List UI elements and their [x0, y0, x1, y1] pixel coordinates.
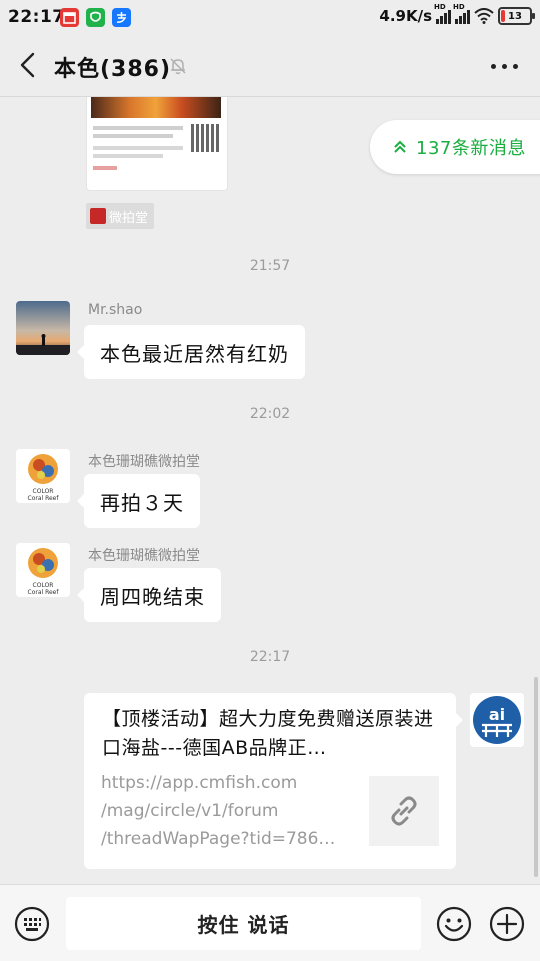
sunset-avatar[interactable]: [16, 301, 70, 355]
sender-name: Mr.shao: [88, 302, 143, 318]
more-options-button[interactable]: [491, 64, 518, 69]
emoji-icon[interactable]: [436, 906, 472, 942]
message-text: 再拍３天: [100, 490, 184, 515]
calendar-app-icon: [60, 8, 79, 27]
muted-bell-icon: [170, 58, 186, 75]
share-card-source[interactable]: 微拍堂: [86, 203, 155, 229]
back-arrow-icon[interactable]: [14, 50, 44, 80]
link-url-line: /threadWapPage?tid=786…: [101, 829, 336, 849]
status-bar: 22:17 4.9K/s HD HD 13: [0, 0, 540, 36]
battery-level: 13: [508, 10, 522, 22]
message-text: 周四晚结束: [100, 584, 205, 609]
message-text: 本色最近居然有红奶: [100, 341, 289, 366]
sender-name: 本色珊瑚礁微拍堂: [88, 454, 200, 470]
hold-to-talk-button[interactable]: 按住 说话: [66, 897, 421, 950]
share-card-qr: [191, 124, 219, 152]
signal-icon-2: HD: [453, 3, 470, 24]
battery-icon: 13: [498, 7, 535, 25]
chat-scrollbar[interactable]: [534, 677, 538, 877]
plus-icon[interactable]: [489, 906, 525, 942]
share-card-image: [91, 97, 221, 118]
share-card[interactable]: [86, 97, 228, 191]
timestamp: 22:02: [249, 406, 291, 422]
wifi-icon: [474, 8, 494, 24]
link-title: 【顶楼活动】超大力度免费赠送原装进口海盐---德国AB品牌正…: [102, 708, 434, 759]
double-chevron-up-icon: [394, 140, 406, 153]
input-bar: 按住 说话: [0, 884, 540, 961]
coral-reef-avatar[interactable]: COLOR Coral Reef: [16, 449, 70, 503]
link-message-card[interactable]: 【顶楼活动】超大力度免费赠送原装进口海盐---德国AB品牌正… https://…: [84, 693, 463, 869]
sender-name: 本色珊瑚礁微拍堂: [88, 548, 200, 564]
message-bubble[interactable]: 本色最近居然有红奶: [77, 325, 305, 379]
message-bubble[interactable]: 周四晚结束: [77, 568, 221, 622]
keyboard-icon[interactable]: [14, 906, 50, 942]
weipaitang-logo-icon: [90, 208, 106, 224]
ai-logo-avatar[interactable]: ai: [470, 693, 524, 747]
share-card-text: [93, 122, 183, 178]
timestamp: 22:17: [249, 649, 291, 665]
timestamp: 21:57: [249, 258, 291, 274]
share-card-source-label: 微拍堂: [109, 210, 149, 226]
chat-header: 本色(386): [0, 36, 540, 97]
svg-text:ai: ai: [489, 705, 505, 724]
svg-text:Coral Reef: Coral Reef: [28, 495, 60, 502]
chat-area[interactable]: 微拍堂 137条新消息 21:57 Mr.shao 本色最近居然有红奶 22:0…: [0, 97, 540, 884]
svg-text:COLOR: COLOR: [33, 488, 54, 495]
link-chain-icon: [391, 796, 417, 826]
network-speed: 4.9K/s: [379, 7, 432, 25]
signal-icon: HD: [434, 3, 451, 24]
shield-app-icon: [86, 8, 105, 27]
new-messages-label: 137条新消息: [416, 138, 526, 159]
new-messages-button[interactable]: 137条新消息: [370, 120, 540, 174]
status-time: 22:17: [8, 7, 65, 27]
link-thumbnail: [369, 776, 439, 846]
page-title: 本色(386): [54, 57, 172, 82]
message-bubble[interactable]: 再拍３天: [77, 474, 200, 528]
svg-text:Coral Reef: Coral Reef: [28, 589, 60, 596]
link-url: https://app.cmfish.com /mag/circle/v1/fo…: [101, 769, 359, 853]
coral-reef-avatar[interactable]: COLOR Coral Reef: [16, 543, 70, 597]
alipay-app-icon: [112, 8, 131, 27]
status-right: 4.9K/s HD HD 13: [379, 3, 535, 25]
link-url-line: /mag/circle/v1/forum: [101, 801, 279, 821]
svg-text:COLOR: COLOR: [33, 582, 54, 589]
link-url-line: https://app.cmfish.com: [101, 773, 298, 793]
